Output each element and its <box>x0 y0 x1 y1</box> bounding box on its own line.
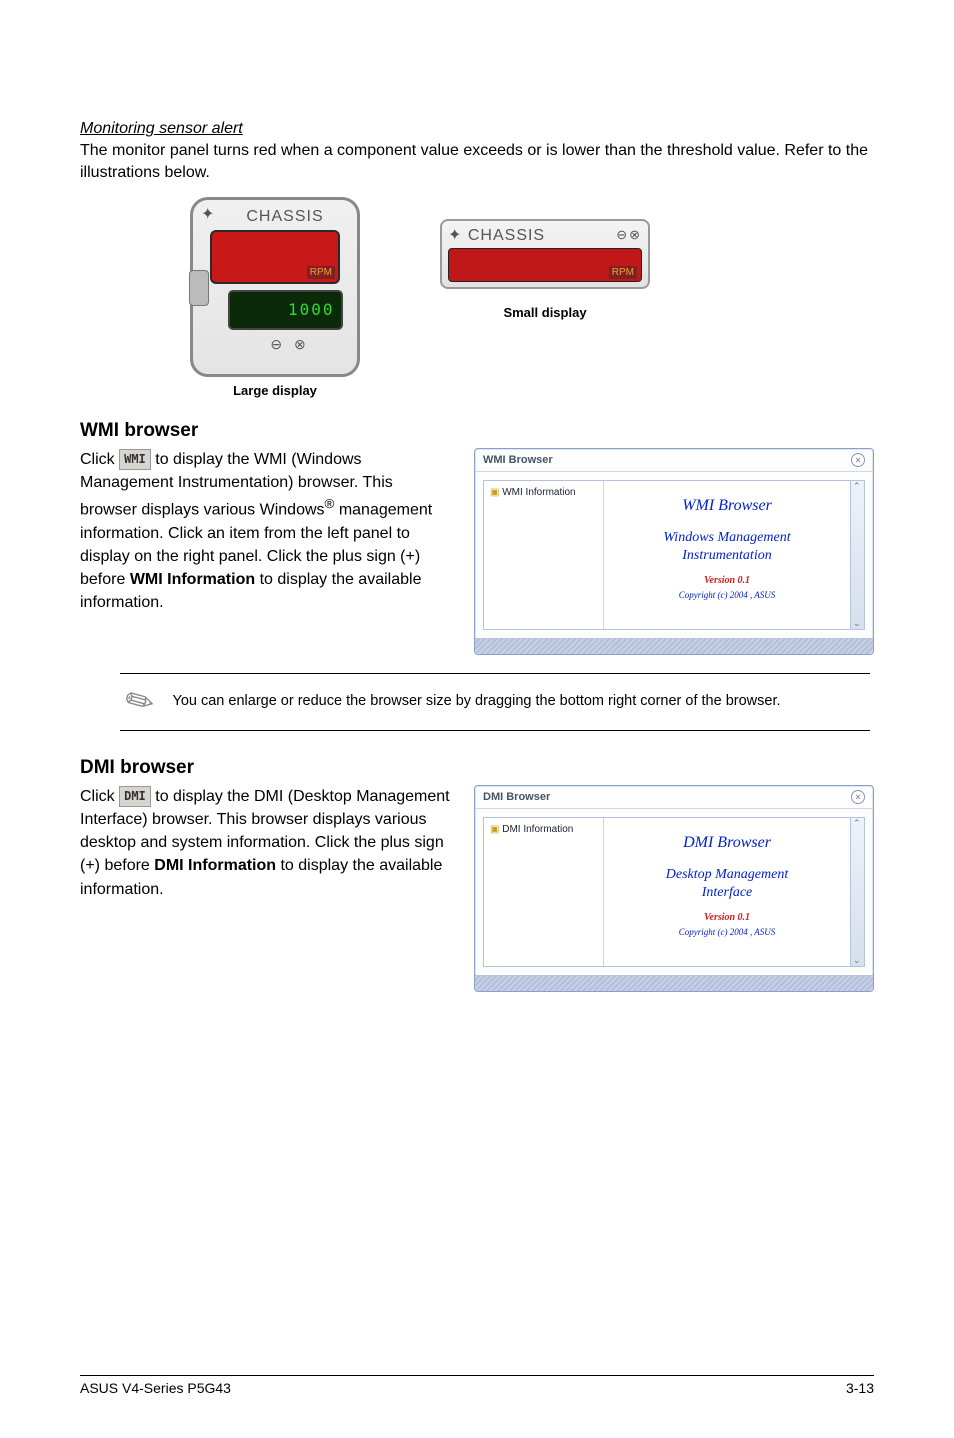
chassis-label-large: CHASSIS <box>246 208 323 226</box>
dmi-row: Click DMI to display the DMI (Desktop Ma… <box>80 785 874 992</box>
close-icon[interactable]: ⊗ <box>294 336 310 352</box>
monitor-alert-body: The monitor panel turns red when a compo… <box>80 140 874 185</box>
wmi-button[interactable]: WMI <box>119 449 151 470</box>
scale-icon-small[interactable]: ⊖ <box>616 227 629 242</box>
small-display-caption: Small display <box>440 305 650 320</box>
fan-icon-small: ✦ <box>448 227 462 244</box>
wmi-tree-panel[interactable]: WMI Information <box>484 481 604 629</box>
wmi-content-sub2: Instrumentation <box>608 547 846 565</box>
wmi-copyright: Copyright (c) 2004 , ASUS <box>608 590 846 600</box>
wmi-version: Version 0.1 <box>608 575 846 586</box>
wmi-window-titlebar: WMI Browser × <box>475 449 873 472</box>
close-icon-small[interactable]: ⊗ <box>629 227 642 242</box>
dmi-content-sub1: Desktop Management <box>608 866 846 884</box>
scale-icon[interactable]: ⊖ <box>270 336 286 352</box>
dmi-content-sub2: Interface <box>608 884 846 902</box>
wmi-browser-window: WMI Browser × WMI Information WMI Browse… <box>474 448 874 655</box>
dmi-window-titlebar: DMI Browser × <box>475 786 873 809</box>
wmi-row: Click WMI to display the WMI (Windows Ma… <box>80 448 874 655</box>
display-examples-row: ✦ CHASSIS RPM 1000 ⊖ ⊗ Large display ✦ C… <box>190 197 874 398</box>
wmi-content-panel: WMI Browser Windows Management Instrumen… <box>604 481 850 629</box>
close-icon[interactable]: × <box>851 453 865 467</box>
dmi-version: Version 0.1 <box>608 912 846 923</box>
dmi-info-bold: DMI Information <box>154 857 276 874</box>
green-readout: 1000 <box>228 290 343 330</box>
footer-left: ASUS V4-Series P5G43 <box>80 1380 231 1396</box>
slider-handle[interactable] <box>189 270 209 306</box>
alert-red-box-large: RPM <box>210 230 340 284</box>
wmi-tree-item[interactable]: WMI Information <box>490 487 597 498</box>
dmi-tree-panel[interactable]: DMI Information <box>484 818 604 966</box>
dmi-browser-window: DMI Browser × DMI Information DMI Browse… <box>474 785 874 992</box>
reg-mark: ® <box>325 496 335 511</box>
dmi-tree-item[interactable]: DMI Information <box>490 824 597 835</box>
wmi-info-bold: WMI Information <box>130 571 255 588</box>
wmi-content-title: WMI Browser <box>608 497 846 515</box>
wmi-resize-grip[interactable] <box>475 638 873 654</box>
dmi-content-title: DMI Browser <box>608 834 846 852</box>
dmi-scrollbar[interactable] <box>850 818 864 966</box>
wmi-scrollbar[interactable] <box>850 481 864 629</box>
large-display-col: ✦ CHASSIS RPM 1000 ⊖ ⊗ Large display <box>190 197 360 398</box>
pencil-icon: ✎ <box>118 677 163 726</box>
dmi-content-panel: DMI Browser Desktop Management Interface… <box>604 818 850 966</box>
wmi-heading: WMI browser <box>80 420 874 442</box>
wmi-text: Click WMI to display the WMI (Windows Ma… <box>80 448 450 615</box>
gauge-icons-row: ⊖ ⊗ <box>270 336 309 353</box>
alert-red-box-small: RPM <box>448 248 642 282</box>
dmi-text-1: Click <box>80 788 119 805</box>
close-icon[interactable]: × <box>851 790 865 804</box>
dmi-heading: DMI browser <box>80 757 874 779</box>
chassis-label-small: CHASSIS <box>468 227 545 244</box>
chassis-gauge-large: ✦ CHASSIS RPM 1000 ⊖ ⊗ <box>190 197 360 377</box>
large-display-caption: Large display <box>190 383 360 398</box>
fan-icon: ✦ <box>201 204 214 224</box>
wmi-window-title: WMI Browser <box>483 454 553 466</box>
dmi-window-title: DMI Browser <box>483 791 550 803</box>
wmi-text-1: Click <box>80 451 119 468</box>
chassis-gauge-small: ✦ CHASSIS ⊖⊗ RPM <box>440 219 650 289</box>
dmi-text: Click DMI to display the DMI (Desktop Ma… <box>80 785 450 901</box>
dmi-button[interactable]: DMI <box>119 786 151 807</box>
page-footer: ASUS V4-Series P5G43 3-13 <box>80 1375 874 1396</box>
footer-right: 3-13 <box>846 1380 874 1396</box>
note-block: ✎ You can enlarge or reduce the browser … <box>120 673 870 731</box>
small-display-col: ✦ CHASSIS ⊖⊗ RPM Small display <box>440 219 650 320</box>
rpm-badge-small: RPM <box>609 266 637 279</box>
dmi-copyright: Copyright (c) 2004 , ASUS <box>608 927 846 937</box>
dmi-resize-grip[interactable] <box>475 975 873 991</box>
rpm-badge-large: RPM <box>307 266 335 279</box>
monitor-alert-heading: Monitoring sensor alert <box>80 120 874 138</box>
wmi-content-sub1: Windows Management <box>608 529 846 547</box>
note-text: You can enlarge or reduce the browser si… <box>173 692 781 712</box>
